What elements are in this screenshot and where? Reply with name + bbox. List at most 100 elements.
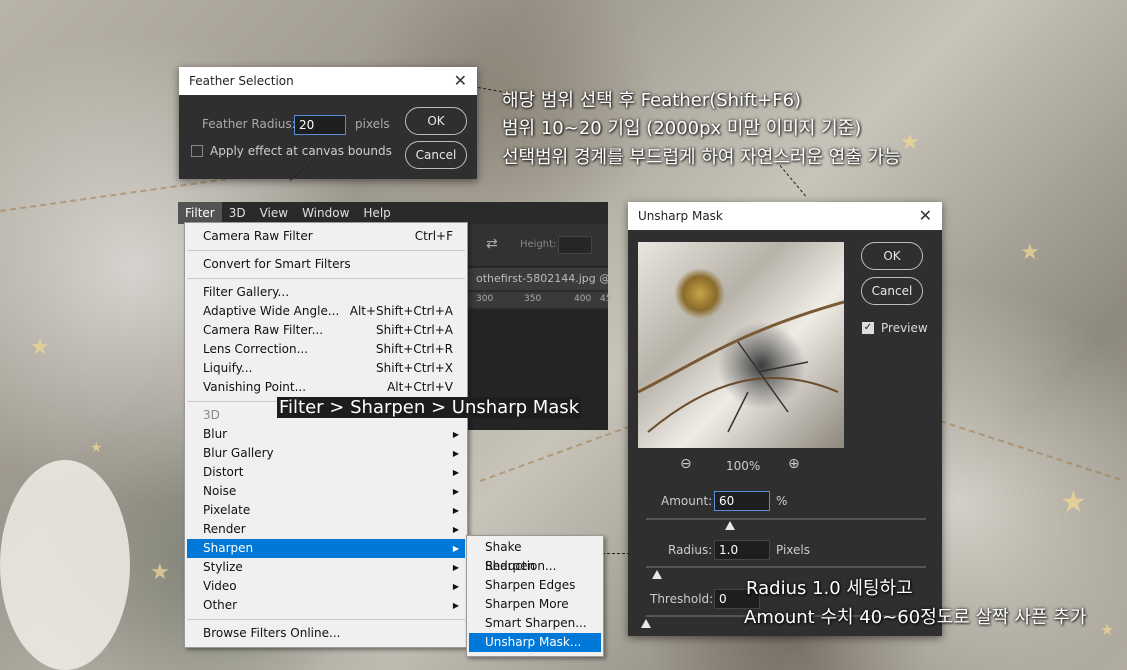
menu-item-convert-smart[interactable]: Convert for Smart Filters — [187, 255, 465, 274]
zoom-in-icon[interactable]: ⊕ — [788, 456, 800, 472]
unsharp-dialog-title: Unsharp Mask — [638, 209, 723, 223]
ok-button[interactable]: OK — [405, 107, 467, 135]
preview-image[interactable] — [638, 242, 844, 448]
submenu-item-sharpen[interactable]: Sharpen — [469, 557, 601, 576]
menu-item-browse-online[interactable]: Browse Filters Online... — [187, 624, 465, 643]
menu-help[interactable]: Help — [356, 202, 397, 224]
menu-separator — [187, 619, 465, 620]
menu-item-camera-raw[interactable]: Camera Raw Filter... Shift+Ctrl+A — [187, 321, 465, 340]
radius-slider-thumb[interactable] — [652, 570, 663, 579]
amount-input[interactable]: 60 — [714, 491, 770, 511]
submenu-arrow-icon: ▶ — [452, 525, 459, 534]
amount-label: Amount: — [661, 494, 713, 508]
star-decoration: ★ — [1020, 240, 1040, 265]
menu-item-filter-gallery[interactable]: Filter Gallery... — [187, 283, 465, 302]
close-icon[interactable]: ✕ — [454, 73, 467, 89]
menu-item-adaptive-wide-angle[interactable]: Adaptive Wide Angle... Alt+Shift+Ctrl+A — [187, 302, 465, 321]
star-decoration: ★ — [1060, 485, 1087, 520]
submenu-arrow-icon: ▶ — [452, 601, 459, 610]
radius-input[interactable]: 1.0 — [714, 540, 770, 560]
submenu-arrow-icon: ▶ — [452, 468, 459, 477]
menu-item-camera-raw-last[interactable]: Camera Raw Filter Ctrl+F — [187, 227, 465, 246]
ruler-tick: 45 — [600, 294, 612, 304]
horizontal-ruler: 300 350 400 45 — [468, 292, 612, 308]
menu-item-liquify[interactable]: Liquify... Shift+Ctrl+X — [187, 359, 465, 378]
menu-3d[interactable]: 3D — [222, 202, 253, 224]
feather-radius-label: Feather Radius: — [202, 117, 296, 131]
document-tab[interactable]: othefirst-5802144.jpg @ 12 — [468, 268, 608, 290]
height-input[interactable] — [558, 236, 592, 254]
unsharp-caption-1: Radius 1.0 세팅하고 — [746, 578, 913, 599]
unsharp-mask-dialog: Unsharp Mask ✕ ⊖ 100% ⊕ OK Cancel ✓ Prev… — [628, 202, 942, 636]
menu-item-render[interactable]: Render ▶ — [187, 520, 465, 539]
feather-caption-1: 해당 범위 선택 후 Feather(Shift+F6) — [502, 90, 802, 111]
unsharp-caption-2: Amount 수치 40~60정도로 살짝 사픈 추가 — [744, 607, 1087, 628]
menu-item-other[interactable]: Other ▶ — [187, 596, 465, 615]
ok-button[interactable]: OK — [861, 242, 923, 270]
menu-view[interactable]: View — [253, 202, 295, 224]
threshold-label: Threshold: — [650, 592, 714, 606]
ruler-tick: 400 — [574, 294, 592, 304]
menu-item-distort[interactable]: Distort ▶ — [187, 463, 465, 482]
checkbox-icon[interactable] — [191, 145, 203, 157]
swap-icon[interactable]: ⇄ — [486, 236, 498, 252]
unsharp-dialog-titlebar: Unsharp Mask ✕ — [628, 202, 942, 230]
star-decoration: ★ — [150, 560, 170, 585]
twine-decoration — [939, 420, 1122, 481]
zoom-level: 100% — [726, 459, 761, 473]
menu-item-sharpen[interactable]: Sharpen ▶ — [187, 539, 465, 558]
menu-item-stylize[interactable]: Stylize ▶ — [187, 558, 465, 577]
star-decoration: ★ — [30, 335, 50, 360]
twine-sketch-icon — [638, 300, 844, 433]
amount-slider-thumb[interactable] — [725, 521, 735, 530]
feather-dialog-titlebar: Feather Selection ✕ — [179, 67, 477, 95]
feather-caption-2: 범위 10~20 기입 (2000px 미만 이미지 기준) — [502, 118, 862, 139]
menu-item-pixelate[interactable]: Pixelate ▶ — [187, 501, 465, 520]
feather-selection-dialog: Feather Selection ✕ Feather Radius: 20 p… — [179, 67, 477, 179]
feather-radius-unit: pixels — [355, 117, 390, 131]
submenu-arrow-icon: ▶ — [452, 449, 459, 458]
options-bar: ⇄ Height: — [468, 224, 608, 267]
radius-label: Radius: — [668, 543, 713, 557]
leader-line — [602, 553, 630, 554]
menu-item-noise[interactable]: Noise ▶ — [187, 482, 465, 501]
menu-item-video[interactable]: Video ▶ — [187, 577, 465, 596]
ruler-tick: 300 — [476, 294, 494, 304]
submenu-arrow-icon: ▶ — [452, 506, 459, 515]
feather-radius-input[interactable]: 20 — [294, 115, 346, 135]
cancel-button[interactable]: Cancel — [405, 141, 467, 169]
twine-decoration — [479, 425, 631, 482]
star-decoration: ★ — [1100, 620, 1115, 639]
menu-item-blur[interactable]: Blur ▶ — [187, 425, 465, 444]
submenu-item-unsharp-mask[interactable]: Unsharp Mask... — [469, 633, 601, 652]
threshold-slider-thumb[interactable] — [641, 619, 651, 628]
ruler-tick: 350 — [524, 294, 542, 304]
close-icon[interactable]: ✕ — [919, 208, 932, 224]
menu-window[interactable]: Window — [295, 202, 356, 224]
menu-item-vanishing-point[interactable]: Vanishing Point... Alt+Ctrl+V — [187, 378, 465, 397]
submenu-item-shake-reduction[interactable]: Shake Reduction... — [469, 538, 601, 573]
sharpen-submenu: Shake Reduction... Sharpen Sharpen Edges… — [466, 535, 604, 657]
cancel-button[interactable]: Cancel — [861, 277, 923, 305]
radius-slider-track[interactable] — [646, 566, 926, 568]
menu-filter[interactable]: Filter — [178, 202, 222, 224]
canvas-bounds-label: Apply effect at canvas bounds — [210, 144, 392, 158]
radius-unit: Pixels — [776, 543, 811, 557]
menu-path-caption: Filter > Sharpen > Unsharp Mask — [277, 397, 582, 418]
submenu-item-smart-sharpen[interactable]: Smart Sharpen... — [469, 614, 601, 633]
star-decoration: ★ — [900, 130, 920, 155]
height-label: Height: — [520, 239, 557, 250]
menu-separator — [187, 250, 465, 251]
preview-checkbox[interactable]: ✓ — [862, 322, 874, 334]
feather-caption-3: 선택범위 경계를 부드럽게 하여 자연스러운 연출 가능 — [502, 147, 901, 168]
zoom-out-icon[interactable]: ⊖ — [680, 456, 692, 472]
submenu-arrow-icon: ▶ — [452, 582, 459, 591]
submenu-item-sharpen-more[interactable]: Sharpen More — [469, 595, 601, 614]
menu-item-blur-gallery[interactable]: Blur Gallery ▶ — [187, 444, 465, 463]
submenu-arrow-icon: ▶ — [452, 430, 459, 439]
submenu-item-sharpen-edges[interactable]: Sharpen Edges — [469, 576, 601, 595]
menu-item-lens-correction[interactable]: Lens Correction... Shift+Ctrl+R — [187, 340, 465, 359]
submenu-arrow-icon: ▶ — [452, 487, 459, 496]
amount-slider-track[interactable] — [646, 518, 926, 520]
plate-decoration — [0, 460, 130, 670]
